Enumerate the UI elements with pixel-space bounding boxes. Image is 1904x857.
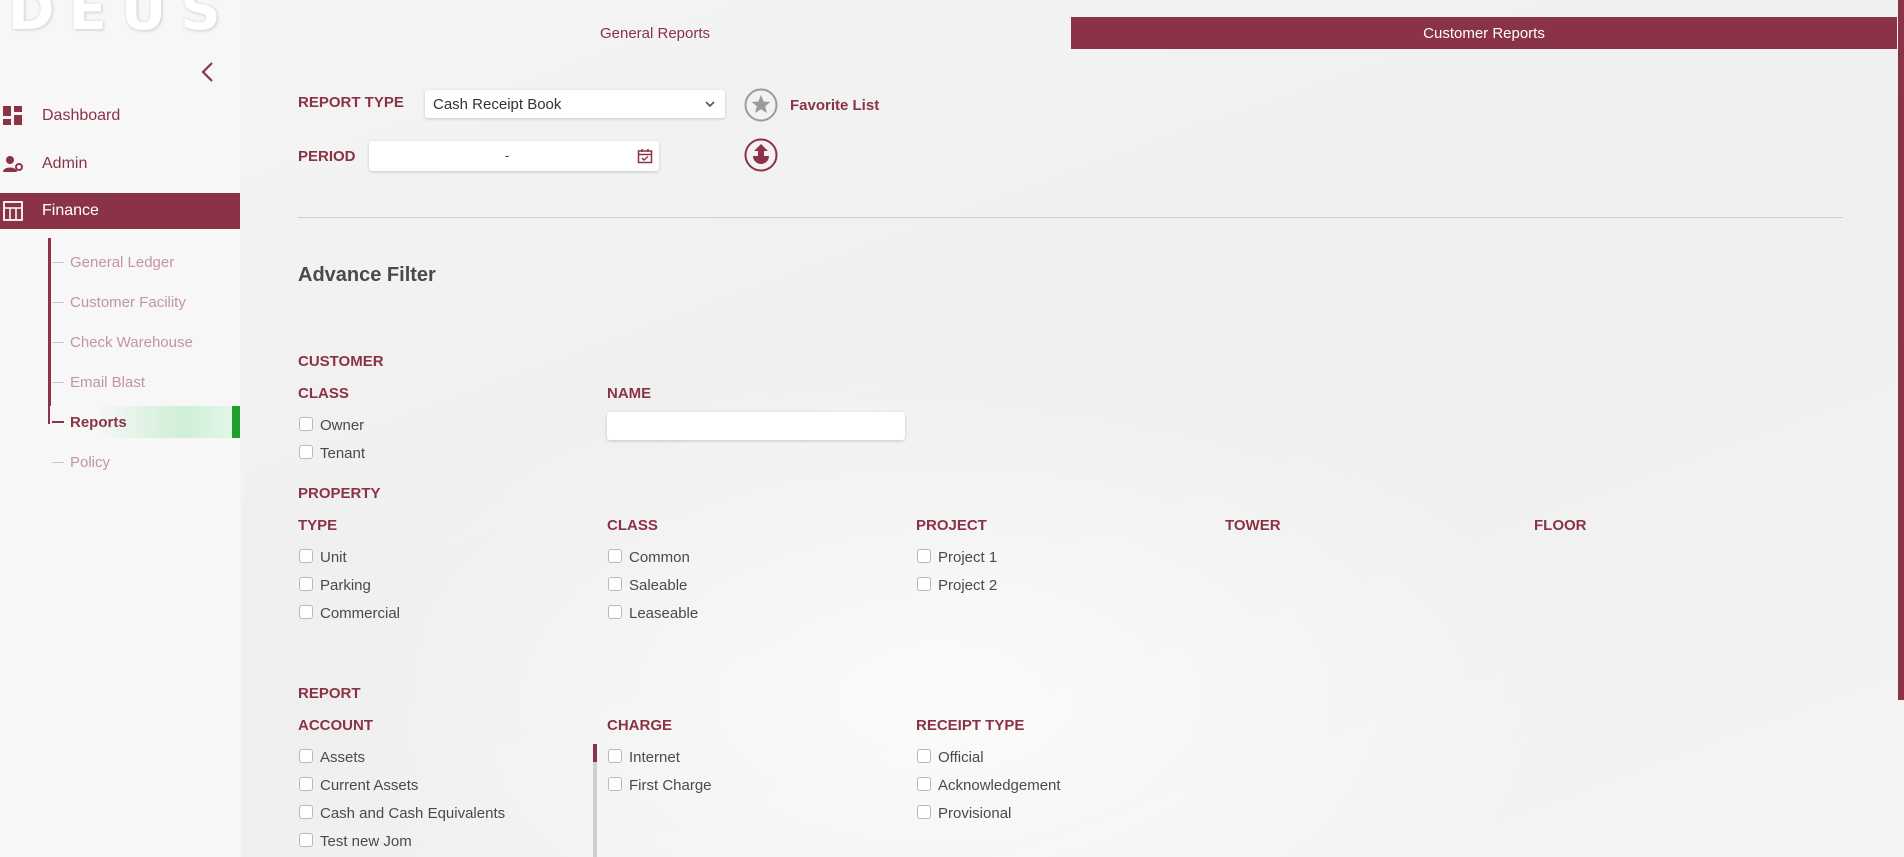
checkbox[interactable] — [299, 416, 313, 431]
sidebar-subitem-customer-facility[interactable]: Customer Facility — [50, 286, 240, 318]
export-upload-icon[interactable] — [744, 138, 778, 172]
checkbox[interactable] — [917, 576, 931, 591]
sidebar-item-label: Dashboard — [42, 107, 121, 124]
checkbox-first-charge[interactable]: First Charge — [608, 776, 712, 794]
checkbox[interactable] — [917, 776, 931, 791]
property-class-label: CLASS — [607, 517, 658, 534]
checkbox[interactable] — [299, 576, 313, 591]
checkbox-unit[interactable]: Unit — [299, 548, 347, 566]
sidebar-subitem-policy[interactable]: Policy — [50, 446, 240, 478]
sidebar-item-label: Finance — [42, 202, 99, 219]
report-heading: REPORT — [298, 685, 361, 702]
favorite-list-link[interactable]: Favorite List — [790, 97, 879, 114]
property-floor-label: FLOOR — [1534, 517, 1587, 534]
report-tabs: General Reports Customer Reports — [242, 17, 1897, 49]
checkbox-assets[interactable]: Assets — [299, 748, 365, 766]
report-type-value: Cash Receipt Book — [433, 95, 562, 113]
sidebar-subitem-check-warehouse[interactable]: Check Warehouse — [50, 326, 240, 358]
checkbox[interactable] — [608, 604, 622, 619]
dashboard-icon — [2, 105, 24, 127]
property-heading: PROPERTY — [298, 485, 381, 502]
checkbox-project-1[interactable]: Project 1 — [917, 548, 997, 566]
tab-customer-reports[interactable]: Customer Reports — [1071, 17, 1897, 49]
app-logo: DEUS — [8, 0, 235, 43]
sidebar-item-label: Admin — [42, 155, 88, 172]
report-type-select[interactable]: Cash Receipt Book — [425, 90, 725, 118]
checkbox-current-assets[interactable]: Current Assets — [299, 776, 418, 794]
checkbox[interactable] — [608, 776, 622, 791]
checkbox-saleable[interactable]: Saleable — [608, 576, 687, 594]
period-value: - — [504, 147, 510, 163]
section-divider — [298, 217, 1843, 218]
sidebar-item-finance[interactable]: Finance — [0, 193, 240, 229]
admin-icon — [2, 153, 24, 175]
checkbox[interactable] — [299, 832, 313, 847]
report-account-label: ACCOUNT — [298, 717, 373, 734]
page-scrollbar[interactable] — [1898, 0, 1904, 700]
main-content: General Reports Customer Reports REPORT … — [242, 0, 1904, 857]
checkbox[interactable] — [299, 804, 313, 819]
advance-filter-title: Advance Filter — [298, 264, 436, 286]
checkbox-project-2[interactable]: Project 2 — [917, 576, 997, 594]
account-list-scroll-thumb[interactable] — [593, 744, 597, 762]
sidebar-subitem-general-ledger[interactable]: General Ledger — [50, 246, 240, 278]
finance-icon — [2, 200, 24, 222]
report-type-label: REPORT TYPE — [298, 94, 404, 111]
property-project-label: PROJECT — [916, 517, 987, 534]
checkbox[interactable] — [299, 748, 313, 763]
checkbox-owner[interactable]: Owner — [299, 416, 364, 434]
checkbox[interactable] — [299, 604, 313, 619]
chevron-left-icon — [201, 62, 213, 82]
checkbox[interactable] — [917, 548, 931, 563]
favorite-star-icon[interactable] — [744, 88, 778, 122]
calendar-icon[interactable] — [637, 148, 653, 164]
checkbox-leaseable[interactable]: Leaseable — [608, 604, 698, 622]
active-indicator — [232, 406, 240, 438]
checkbox[interactable] — [917, 804, 931, 819]
period-label: PERIOD — [298, 148, 356, 165]
sidebar-item-admin[interactable]: Admin — [0, 146, 240, 182]
collapse-sidebar-button[interactable] — [196, 58, 220, 86]
checkbox-official[interactable]: Official — [917, 748, 984, 766]
tab-general-reports[interactable]: General Reports — [242, 17, 1068, 49]
checkbox[interactable] — [608, 748, 622, 763]
checkbox[interactable] — [299, 776, 313, 791]
sidebar-item-dashboard[interactable]: Dashboard — [0, 98, 240, 134]
checkbox[interactable] — [608, 548, 622, 563]
period-date-range-field[interactable]: - — [369, 141, 659, 171]
checkbox[interactable] — [608, 576, 622, 591]
report-receipt-type-label: RECEIPT TYPE — [916, 717, 1025, 734]
checkbox-common[interactable]: Common — [608, 548, 690, 566]
checkbox-provisional[interactable]: Provisional — [917, 804, 1011, 822]
checkbox-acknowledgement[interactable]: Acknowledgement — [917, 776, 1061, 794]
sidebar-subitem-email-blast[interactable]: Email Blast — [50, 366, 240, 398]
checkbox-cash-and-cash-equivalents[interactable]: Cash and Cash Equivalents — [299, 804, 505, 822]
checkbox-parking[interactable]: Parking — [299, 576, 371, 594]
sidebar: DEUS Dashboard Admin Finance General Led… — [0, 0, 240, 857]
checkbox-tenant[interactable]: Tenant — [299, 444, 365, 462]
property-tower-label: TOWER — [1225, 517, 1281, 534]
checkbox-internet[interactable]: Internet — [608, 748, 680, 766]
report-charge-label: CHARGE — [607, 717, 673, 734]
checkbox-commercial[interactable]: Commercial — [299, 604, 400, 622]
customer-name-label: NAME — [607, 385, 652, 402]
checkbox-test-new-jom[interactable]: Test new Jom — [299, 832, 412, 850]
customer-heading: CUSTOMER — [298, 353, 384, 370]
checkbox[interactable] — [299, 444, 313, 459]
chevron-down-icon — [705, 101, 715, 108]
sidebar-subitem-reports[interactable]: Reports — [50, 406, 240, 438]
customer-name-input[interactable] — [607, 412, 905, 440]
customer-class-label: CLASS — [298, 385, 349, 402]
checkbox[interactable] — [917, 748, 931, 763]
property-type-label: TYPE — [298, 517, 338, 534]
checkbox[interactable] — [299, 548, 313, 563]
